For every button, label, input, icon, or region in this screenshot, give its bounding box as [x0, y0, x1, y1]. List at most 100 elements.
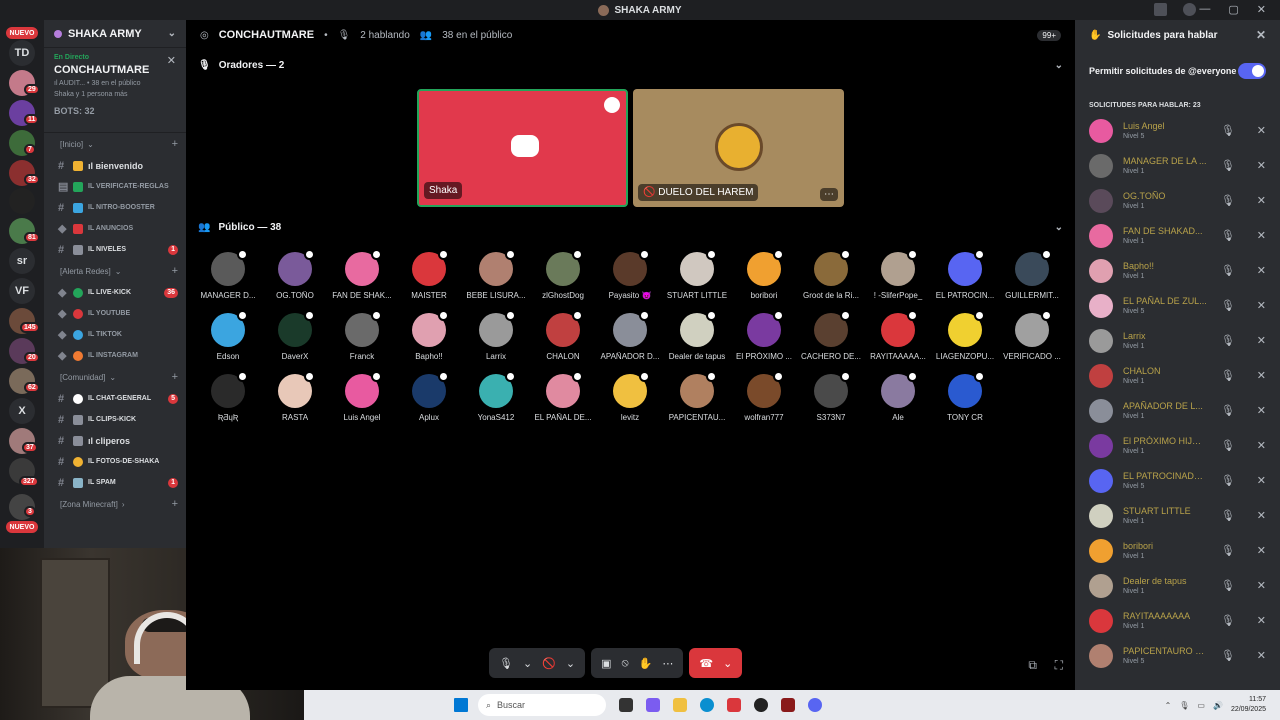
audience-member[interactable]: MAISTER: [397, 249, 461, 300]
actions-control[interactable]: ▣ ⦸ ✋ ⋯: [591, 648, 684, 678]
leave-stage-button[interactable]: ☎ ⌄: [689, 648, 743, 678]
chevron-down-icon[interactable]: ⌄: [723, 657, 732, 670]
volume-icon[interactable]: 🔊: [1213, 701, 1223, 710]
channel-fotos[interactable]: # ıl FOTOS-DE-SHAKA: [44, 451, 186, 472]
invite-speak-icon[interactable]: 🎙: [1221, 544, 1235, 557]
more-icon[interactable]: ⋯: [662, 657, 673, 670]
dismiss-icon[interactable]: ✕: [1257, 124, 1266, 137]
category-inicio[interactable]: [Inicio] ⌄ +: [44, 133, 186, 155]
server-header[interactable]: SHAKA ARMY ⌄: [44, 20, 186, 48]
taskbar-search[interactable]: ⌕ Buscar: [478, 694, 606, 716]
audience-member[interactable]: Aplux: [397, 371, 461, 422]
audience-member[interactable]: Dealer de tapus: [665, 310, 729, 361]
help-icon[interactable]: [1183, 3, 1196, 16]
audience-member[interactable]: RAYITAAAAA...: [866, 310, 930, 361]
channel-clips-kick[interactable]: # ıl CLIPS-KICK: [44, 409, 186, 430]
more-options-icon[interactable]: ⋯: [820, 188, 838, 201]
chevron-up-icon[interactable]: ⌃: [1165, 701, 1172, 710]
audience-member[interactable]: Larrix: [464, 310, 528, 361]
add-channel-icon[interactable]: +: [172, 138, 178, 150]
invite-icon[interactable]: ✋: [639, 657, 653, 670]
inbox-icon[interactable]: [1154, 3, 1167, 16]
category-comunidad[interactable]: [Comunidad] ⌄ +: [44, 366, 186, 388]
network-icon[interactable]: ▭: [1197, 701, 1205, 710]
invite-speak-icon[interactable]: 🎙: [1221, 159, 1235, 172]
app-icon[interactable]: [727, 698, 741, 712]
deafen-icon[interactable]: 🚫: [542, 657, 556, 670]
audience-member[interactable]: RASTA: [263, 371, 327, 422]
server-sr[interactable]: sr: [9, 248, 35, 274]
server-x[interactable]: X: [9, 398, 35, 424]
dismiss-icon[interactable]: ✕: [1257, 439, 1266, 452]
clock[interactable]: 11:57 22/09/2025: [1231, 695, 1266, 715]
mute-audience-icon[interactable]: ⦸: [622, 657, 629, 670]
invite-speak-icon[interactable]: 🎙: [1221, 404, 1235, 417]
chrome-icon[interactable]: [754, 698, 768, 712]
server-vf[interactable]: VF: [9, 278, 35, 304]
audience-member[interactable]: BEBE LISURA...: [464, 249, 528, 300]
channel-youtube[interactable]: ◆ ıl YOUTUBE: [44, 303, 186, 324]
audience-member[interactable]: TONY CR: [933, 371, 997, 422]
speaker-tile-shaka[interactable]: Shaka: [417, 89, 628, 207]
dismiss-icon[interactable]: ✕: [1257, 369, 1266, 382]
audience-member[interactable]: Ale: [866, 371, 930, 422]
server-icon[interactable]: [9, 188, 35, 214]
invite-speak-icon[interactable]: 🎙: [1221, 649, 1235, 662]
channel-tiktok[interactable]: ◆ ıl TIKTOK: [44, 324, 186, 345]
audience-member[interactable]: DaverX: [263, 310, 327, 361]
invite-speak-icon[interactable]: 🎙: [1221, 264, 1235, 277]
invite-speak-icon[interactable]: 🎙: [1221, 229, 1235, 242]
invite-speak-icon[interactable]: 🎙: [1221, 299, 1235, 312]
audience-member[interactable]: STUART LITTLE: [665, 249, 729, 300]
audience-member[interactable]: levitz: [598, 371, 662, 422]
invite-speak-icon[interactable]: 🎙: [1221, 194, 1235, 207]
audience-member[interactable]: EL PAÑAL DE...: [531, 371, 595, 422]
close-icon[interactable]: ✕: [1257, 3, 1266, 16]
channel-bienvenido[interactable]: # ıl віenvenido: [44, 155, 186, 176]
channel-instagram[interactable]: ◆ ıl INSTAGRAM: [44, 345, 186, 366]
audience-member[interactable]: OG.TOÑO: [263, 249, 327, 300]
dismiss-icon[interactable]: ✕: [1257, 159, 1266, 172]
audience-member[interactable]: FAN DE SHAK...: [330, 249, 394, 300]
popout-icon[interactable]: ⧉: [1028, 658, 1037, 673]
audience-member[interactable]: Franck: [330, 310, 394, 361]
audience-member[interactable]: Bapho!!: [397, 310, 461, 361]
maximize-icon[interactable]: ▢: [1228, 3, 1238, 16]
chevron-down-icon[interactable]: ⌄: [1055, 60, 1063, 71]
audience-member[interactable]: ƦƋɥƦ: [196, 371, 260, 422]
edge-icon[interactable]: [700, 698, 714, 712]
mic-tray-icon[interactable]: 🎙: [1179, 701, 1189, 710]
invite-speak-icon[interactable]: 🎙: [1221, 579, 1235, 592]
screen-share-icon[interactable]: ▣: [601, 657, 611, 670]
audience-member[interactable]: PAPICENTAU...: [665, 371, 729, 422]
invite-speak-icon[interactable]: 🎙: [1221, 614, 1235, 627]
channel-spam[interactable]: # ıl SPAM 1: [44, 472, 186, 493]
start-icon[interactable]: [454, 698, 468, 712]
add-channel-icon[interactable]: +: [172, 371, 178, 383]
audience-member[interactable]: LIAGENZOPU...: [933, 310, 997, 361]
game-icon[interactable]: [781, 698, 795, 712]
audience-member[interactable]: wolfran777: [732, 371, 796, 422]
minimize-icon[interactable]: —: [1199, 3, 1210, 16]
audience-member[interactable]: ! -SliferPope_: [866, 249, 930, 300]
discord-icon[interactable]: [808, 698, 822, 712]
chevron-down-icon[interactable]: ⌄: [1055, 222, 1063, 233]
dismiss-icon[interactable]: ✕: [1257, 229, 1266, 242]
audience-member[interactable]: VERIFICADO ...: [1000, 310, 1064, 361]
category-minecraft[interactable]: [Zona Minecraft] › +: [44, 493, 186, 515]
audience-member[interactable]: S373N7: [799, 371, 863, 422]
chevron-down-icon[interactable]: ⌄: [566, 657, 575, 670]
audience-member[interactable]: El PRÓXIMO ...: [732, 310, 796, 361]
fullscreen-icon[interactable]: ⛶: [1055, 658, 1063, 673]
dismiss-icon[interactable]: ✕: [1257, 334, 1266, 347]
task-view-icon[interactable]: [619, 698, 633, 712]
channel-niveles[interactable]: # ıl NIVELES 1: [44, 239, 186, 260]
audience-member[interactable]: zlGhostDog: [531, 249, 595, 300]
audience-member[interactable]: APAÑADOR D...: [598, 310, 662, 361]
audience-member[interactable]: CACHERO DE...: [799, 310, 863, 361]
audience-member[interactable]: Payasito 👿: [598, 249, 662, 300]
audience-member[interactable]: CHALON: [531, 310, 595, 361]
channel-anuncios[interactable]: ◆ ıl ANUNCIOS: [44, 218, 186, 239]
dismiss-icon[interactable]: ✕: [1257, 474, 1266, 487]
audience-member[interactable]: MANAGER D...: [196, 249, 260, 300]
